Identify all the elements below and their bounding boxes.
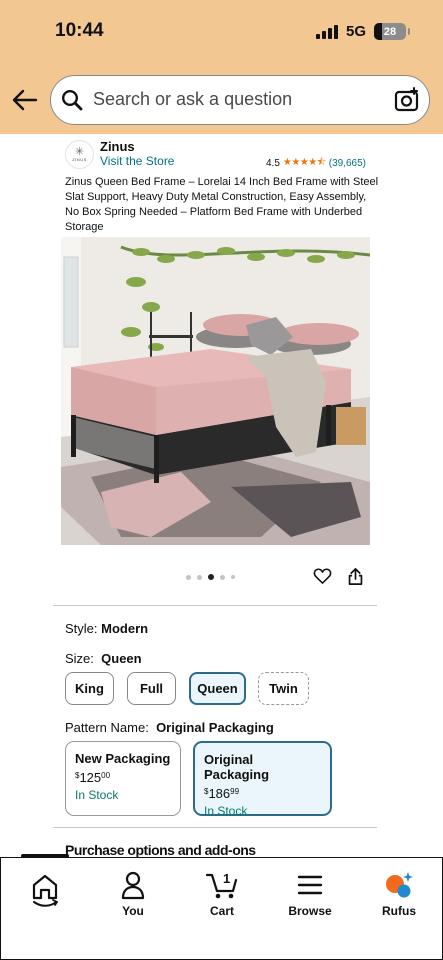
visit-store-link[interactable]: Visit the Store	[100, 154, 174, 168]
brand-logo-text: ZINUS	[72, 157, 87, 162]
nav-rufus[interactable]: Rufus	[364, 870, 434, 918]
pattern-option-price: $ 125 00	[75, 770, 171, 785]
home-tab-indicator	[21, 854, 69, 858]
image-carousel-indicator[interactable]	[186, 574, 235, 580]
battery-icon: 28	[374, 23, 410, 40]
product-title: Zinus Queen Bed Frame – Lorelai 14 Inch …	[65, 176, 379, 233]
rating-count: (39,665)	[328, 158, 366, 169]
cellular-signal-icon	[315, 24, 338, 39]
size-selection: Size: Queen	[65, 651, 142, 666]
carousel-dot[interactable]	[231, 575, 235, 579]
pattern-value: Original Packaging	[156, 720, 274, 735]
nav-you[interactable]: You	[98, 870, 168, 918]
share-icon[interactable]	[347, 567, 364, 586]
nav-label: Cart	[209, 904, 234, 918]
home-icon	[32, 874, 59, 907]
pattern-option-price: $ 186 99	[204, 786, 321, 801]
price-dollars: 125	[79, 770, 102, 785]
cart-count-badge: 1	[223, 871, 230, 886]
heart-icon[interactable]	[313, 567, 332, 585]
carousel-dot[interactable]	[220, 574, 225, 580]
status-indicators: 5G 28	[315, 23, 410, 40]
pattern-option-original-packaging[interactable]: Original Packaging $ 186 99 In Stock	[193, 741, 332, 818]
user-icon	[121, 871, 145, 900]
bottom-navigation: You 1 Cart Browse Rufus	[0, 854, 443, 960]
rating-summary[interactable]: 4.5 ★★★★⯪ (39,665)	[266, 155, 366, 172]
section-divider	[53, 605, 377, 606]
nav-label: You	[122, 904, 144, 918]
size-option-king[interactable]: King	[65, 672, 114, 705]
rating-value: 4.5	[266, 158, 280, 169]
rufus-icon	[386, 872, 413, 898]
style-selection: Style: Modern	[65, 621, 148, 636]
size-option-queen[interactable]: Queen	[189, 672, 246, 705]
pattern-option-new-packaging[interactable]: New Packaging $ 125 00 In Stock	[65, 741, 181, 816]
nav-browse[interactable]: Browse	[275, 870, 345, 918]
price-cents: 99	[230, 787, 240, 796]
brand-name: Zinus	[100, 139, 135, 154]
star-rating-icon: ★★★★⯪	[282, 157, 326, 168]
carousel-dot-active[interactable]	[208, 574, 214, 580]
price-dollars: 186	[208, 786, 231, 801]
brand-logo-mark-icon: ✳	[74, 146, 85, 158]
stock-status: In Stock	[204, 804, 248, 818]
purchase-options-heading[interactable]: Purchase options and add-ons	[65, 842, 256, 858]
bed-frame-photo	[61, 237, 370, 545]
nav-label: Rufus	[382, 904, 416, 918]
price-cents: 00	[101, 771, 111, 780]
search-icon	[61, 89, 83, 111]
nav-label: Browse	[288, 904, 332, 918]
network-type: 5G	[345, 23, 366, 40]
camera-search-icon[interactable]	[393, 86, 421, 114]
nav-home[interactable]	[10, 870, 80, 912]
nav-cart[interactable]: 1 Cart	[187, 870, 257, 918]
carousel-dot[interactable]	[186, 574, 191, 580]
stock-status: In Stock	[75, 788, 119, 802]
size-option-full[interactable]: Full	[127, 672, 176, 705]
size-label: Size:	[65, 651, 94, 666]
status-time: 10:44	[55, 20, 104, 41]
size-option-twin[interactable]: Twin	[258, 672, 309, 705]
style-label: Style:	[65, 621, 98, 636]
section-divider	[53, 827, 377, 828]
size-value: Queen	[101, 651, 142, 666]
battery-level: 28	[383, 25, 397, 38]
style-value: Modern	[101, 621, 149, 636]
app-header: 10:44 5G 28	[0, 0, 443, 134]
brand-logo[interactable]: ✳ ZINUS	[65, 140, 94, 169]
search-bar[interactable]	[50, 75, 430, 125]
pattern-option-name: Original Packaging	[204, 752, 270, 782]
menu-icon	[297, 875, 323, 895]
product-image[interactable]	[61, 237, 370, 545]
back-arrow-icon[interactable]	[12, 88, 38, 112]
pattern-label: Pattern Name:	[65, 720, 149, 735]
pattern-selection: Pattern Name: Original Packaging	[65, 720, 274, 735]
carousel-dot[interactable]	[197, 574, 202, 580]
pattern-option-name: New Packaging	[75, 751, 171, 766]
cart-icon: 1	[205, 871, 238, 899]
search-input[interactable]	[93, 89, 383, 110]
